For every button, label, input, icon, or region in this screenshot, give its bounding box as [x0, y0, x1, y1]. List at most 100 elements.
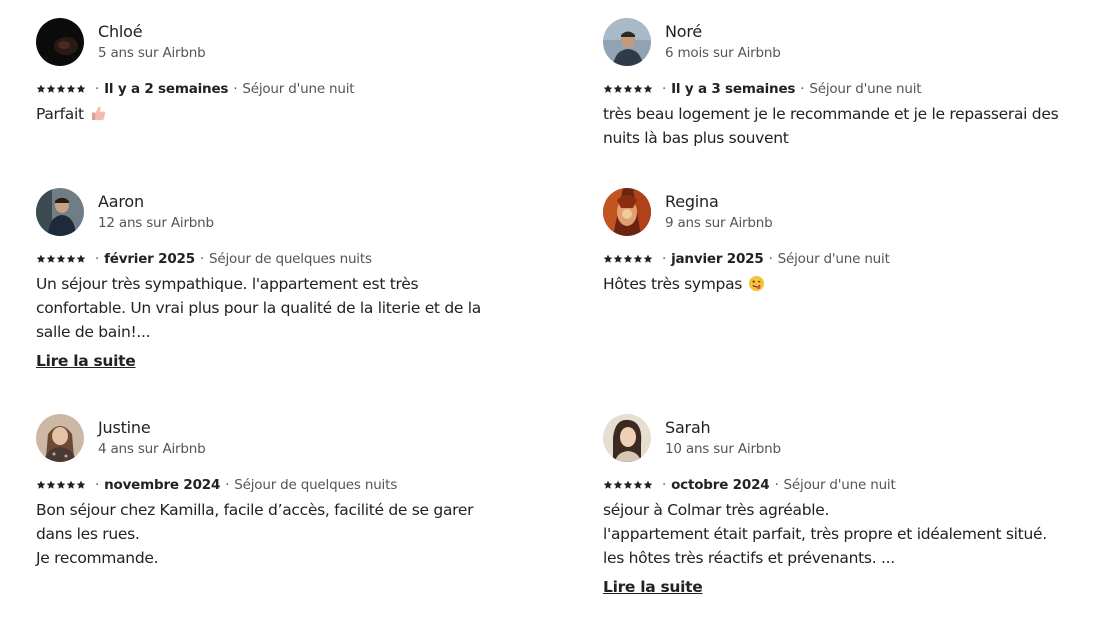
reviewer-tenure: 6 mois sur Airbnb [665, 45, 781, 61]
reviewer-name: Sarah [665, 418, 711, 437]
review-card: Chloé 5 ans sur Airbnb · Il y a 2 semain… [36, 18, 506, 126]
review-date: novembre 2024 [104, 477, 221, 493]
separator-dot: · [95, 251, 100, 267]
reviewer-name: Chloé [98, 22, 143, 41]
review-line: Un séjour très sympathique. l'appartemen… [36, 275, 481, 341]
review-text: Hôtes très sympas [603, 272, 1073, 296]
star-icon [643, 84, 653, 93]
review-date: janvier 2025 [671, 251, 764, 267]
review-line: Bon séjour chez Kamilla, facile d’accès,… [36, 501, 474, 543]
star-icon [603, 84, 613, 93]
stay-type: Séjour d'une nuit [809, 81, 922, 97]
star-icon [613, 480, 623, 489]
star-icon [613, 84, 623, 93]
star-icon [623, 254, 633, 263]
star-rating [603, 84, 653, 94]
stay-type: Séjour d'une nuit [783, 477, 896, 493]
reviewer-tenure: 10 ans sur Airbnb [665, 441, 781, 457]
reviewer-header: Chloé 5 ans sur Airbnb [36, 18, 506, 70]
star-icon [633, 480, 643, 489]
star-rating [36, 480, 86, 490]
review-card: Sarah 10 ans sur Airbnb · octobre 2024 ·… [603, 414, 1073, 596]
review-date: février 2025 [104, 251, 195, 267]
reviewer-header: Sarah 10 ans sur Airbnb [603, 414, 1073, 466]
review-line: très beau logement je le recommande et j… [603, 105, 1059, 147]
star-icon [56, 254, 66, 263]
separator-dot: · [768, 251, 773, 267]
silly-face-emoji-icon [749, 275, 765, 292]
separator-dot: · [662, 251, 667, 267]
review-line: Parfait [36, 105, 84, 123]
reviewer-tenure: 12 ans sur Airbnb [98, 215, 214, 231]
review-meta: · février 2025 · Séjour de quelques nuit… [36, 250, 506, 268]
star-icon [76, 254, 86, 263]
review-date: Il y a 2 semaines [104, 81, 229, 97]
star-icon [46, 254, 56, 263]
review-card: Regina 9 ans sur Airbnb · janvier 2025 ·… [603, 188, 1073, 296]
star-rating [603, 254, 653, 264]
star-icon [623, 480, 633, 489]
avatar[interactable] [603, 18, 651, 66]
star-icon [46, 480, 56, 489]
star-icon [46, 84, 56, 93]
review-text: Parfait [36, 102, 506, 126]
star-icon [633, 254, 643, 263]
read-more-link[interactable]: Lire la suite [603, 578, 703, 596]
star-icon [66, 254, 76, 263]
star-icon [613, 254, 623, 263]
review-line: Hôtes très sympas [603, 275, 743, 293]
reviewer-tenure: 5 ans sur Airbnb [98, 45, 206, 61]
reviewer-name: Noré [665, 22, 703, 41]
reviewer-name: Justine [98, 418, 151, 437]
stay-type: Séjour de quelques nuits [234, 477, 398, 493]
review-text: séjour à Colmar très agréable. l'apparte… [603, 498, 1073, 570]
star-icon [603, 480, 613, 489]
separator-dot: · [662, 81, 667, 97]
review-line: séjour à Colmar très agréable. [603, 501, 830, 519]
review-meta: · octobre 2024 · Séjour d'une nuit [603, 476, 1073, 494]
reviewer-name: Regina [665, 192, 719, 211]
reviewer-tenure: 9 ans sur Airbnb [665, 215, 773, 231]
star-icon [603, 254, 613, 263]
star-icon [56, 84, 66, 93]
review-text: Un séjour très sympathique. l'appartemen… [36, 272, 506, 344]
review-card: Aaron 12 ans sur Airbnb · février 2025 ·… [36, 188, 506, 370]
separator-dot: · [233, 81, 238, 97]
avatar[interactable] [36, 414, 84, 462]
star-icon [623, 84, 633, 93]
star-icon [633, 84, 643, 93]
reviewer-header: Aaron 12 ans sur Airbnb [36, 188, 506, 240]
reviewer-header: Justine 4 ans sur Airbnb [36, 414, 506, 466]
read-more-link[interactable]: Lire la suite [36, 352, 136, 370]
stay-type: Séjour de quelques nuits [209, 251, 372, 267]
avatar[interactable] [36, 188, 84, 236]
stay-type: Séjour d'une nuit [777, 251, 890, 267]
review-card: Justine 4 ans sur Airbnb · novembre 2024… [36, 414, 506, 570]
star-icon [643, 254, 653, 263]
stay-type: Séjour d'une nuit [242, 81, 355, 97]
star-icon [36, 254, 46, 263]
avatar[interactable] [36, 18, 84, 66]
star-icon [56, 480, 66, 489]
review-date: octobre 2024 [671, 477, 770, 493]
avatar[interactable] [603, 188, 651, 236]
review-meta: · Il y a 3 semaines · Séjour d'une nuit [603, 80, 1073, 98]
separator-dot: · [800, 81, 805, 97]
review-date: Il y a 3 semaines [671, 81, 796, 97]
separator-dot: · [774, 477, 779, 493]
reviewer-tenure: 4 ans sur Airbnb [98, 441, 206, 457]
star-icon [76, 84, 86, 93]
review-line: Je recommande. [36, 549, 159, 567]
thumbs-up-emoji-icon [91, 106, 105, 121]
star-icon [643, 480, 653, 489]
star-icon [66, 84, 76, 93]
review-card: Noré 6 mois sur Airbnb · Il y a 3 semain… [603, 18, 1073, 150]
review-meta: · janvier 2025 · Séjour d'une nuit [603, 250, 1073, 268]
reviewer-header: Noré 6 mois sur Airbnb [603, 18, 1073, 70]
review-line: l'appartement était parfait, très propre… [603, 525, 1047, 543]
separator-dot: · [225, 477, 230, 493]
avatar[interactable] [603, 414, 651, 462]
reviewer-name: Aaron [98, 192, 144, 211]
star-icon [36, 480, 46, 489]
star-rating [603, 480, 653, 490]
